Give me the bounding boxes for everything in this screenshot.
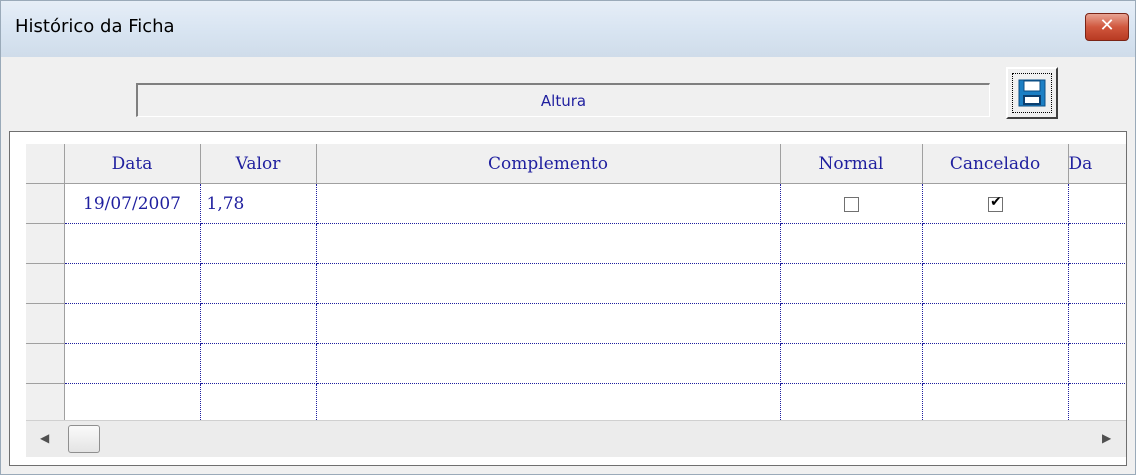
cell-complemento[interactable] <box>316 343 781 384</box>
cell-cancelado[interactable] <box>922 223 1069 264</box>
row-indicator[interactable] <box>26 223 65 264</box>
header-row: Data Valor Complemento Normal Cancelado … <box>26 144 1126 184</box>
column-header-cancelado[interactable]: Cancelado <box>922 144 1069 184</box>
history-window: Histórico da Ficha ✕ Altura Data Valor C… <box>0 0 1136 475</box>
column-header-complemento[interactable]: Complemento <box>316 144 781 184</box>
arrow-left-icon: ◀ <box>40 431 50 445</box>
table-row[interactable]: 19/07/2007 1,78 ✔ <box>26 183 1126 224</box>
cell-truncated[interactable] <box>1068 303 1126 344</box>
row-indicator[interactable] <box>26 343 65 384</box>
cell-valor[interactable] <box>200 303 317 344</box>
column-header-normal[interactable]: Normal <box>780 144 923 184</box>
cell-truncated[interactable] <box>1068 343 1126 384</box>
cell-valor[interactable] <box>200 383 317 424</box>
cell-normal[interactable] <box>780 303 923 344</box>
row-indicator[interactable] <box>26 383 65 424</box>
cell-normal[interactable] <box>780 263 923 304</box>
cancelado-checkbox[interactable]: ✔ <box>987 193 1003 212</box>
cell-normal[interactable] <box>780 223 923 264</box>
column-header-valor[interactable]: Valor <box>200 144 317 184</box>
measurement-field: Altura <box>136 83 990 117</box>
cell-normal[interactable] <box>780 343 923 384</box>
cell-truncated[interactable] <box>1068 383 1126 424</box>
measurement-label: Altura <box>540 92 587 110</box>
cell-data[interactable] <box>64 343 201 384</box>
table-row[interactable] <box>26 263 1126 304</box>
cell-data[interactable] <box>64 223 201 264</box>
save-icon <box>1018 79 1046 107</box>
cell-truncated[interactable] <box>1068 183 1126 224</box>
focus-rect <box>1012 73 1052 113</box>
table-row[interactable] <box>26 223 1126 264</box>
cell-cancelado[interactable] <box>922 383 1069 424</box>
cell-data[interactable] <box>64 303 201 344</box>
cell-complemento[interactable] <box>316 183 781 224</box>
row-indicator[interactable] <box>26 303 65 344</box>
column-header-data[interactable]: Data <box>64 144 201 184</box>
check-icon: ✔ <box>990 193 1002 210</box>
close-icon: ✕ <box>1099 15 1115 36</box>
cell-cancelado[interactable] <box>922 303 1069 344</box>
history-grid: Data Valor Complemento Normal Cancelado … <box>9 131 1127 466</box>
cell-normal[interactable] <box>780 383 923 424</box>
save-button[interactable] <box>1006 67 1058 119</box>
row-indicator-header <box>26 144 65 184</box>
cell-complemento[interactable] <box>316 303 781 344</box>
normal-checkbox[interactable] <box>843 196 859 212</box>
cell-complemento[interactable] <box>316 223 781 264</box>
cell-valor[interactable] <box>200 263 317 304</box>
cell-data[interactable] <box>64 383 201 424</box>
close-button[interactable]: ✕ <box>1085 13 1129 41</box>
arrow-right-icon: ▶ <box>1102 431 1112 445</box>
cell-data[interactable] <box>64 263 201 304</box>
cell-cancelado[interactable] <box>922 263 1069 304</box>
cell-truncated[interactable] <box>1068 263 1126 304</box>
table-row[interactable] <box>26 383 1126 424</box>
title-bar: Histórico da Ficha ✕ <box>1 1 1135 57</box>
cell-valor[interactable] <box>200 343 317 384</box>
scroll-right-button[interactable]: ▶ <box>1086 421 1126 457</box>
scroll-left-button[interactable]: ◀ <box>26 421 66 457</box>
cell-cancelado[interactable]: ✔ <box>922 183 1069 224</box>
history-table: Data Valor Complemento Normal Cancelado … <box>26 144 1126 424</box>
cell-valor[interactable] <box>200 223 317 264</box>
row-indicator[interactable] <box>26 183 65 224</box>
cell-valor[interactable]: 1,78 <box>200 183 317 224</box>
cell-truncated[interactable] <box>1068 223 1126 264</box>
column-header-truncated[interactable]: Da <box>1068 144 1126 184</box>
table-row[interactable] <box>26 303 1126 344</box>
cell-normal[interactable] <box>780 183 923 224</box>
cell-complemento[interactable] <box>316 263 781 304</box>
cell-data[interactable]: 19/07/2007 <box>64 183 201 224</box>
horizontal-scrollbar[interactable]: ◀ ▶ <box>26 420 1126 457</box>
window-title: Histórico da Ficha <box>15 16 175 37</box>
scrollbar-thumb[interactable] <box>68 425 100 453</box>
cell-complemento[interactable] <box>316 383 781 424</box>
row-indicator[interactable] <box>26 263 65 304</box>
table-row[interactable] <box>26 343 1126 384</box>
cell-cancelado[interactable] <box>922 343 1069 384</box>
